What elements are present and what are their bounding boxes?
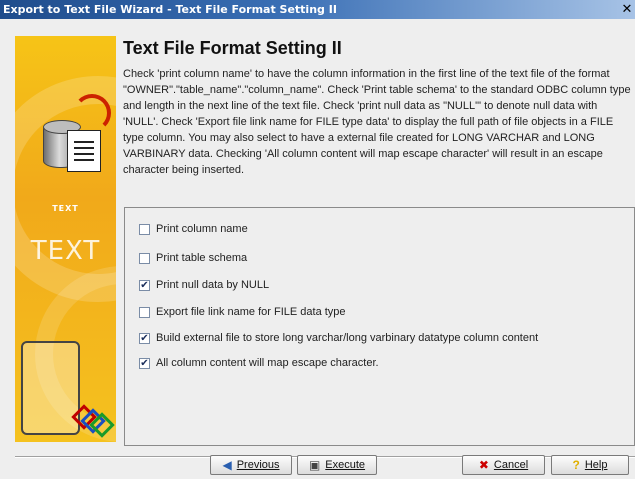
cancel-button[interactable]: ✖ Cancel <box>462 455 545 475</box>
page-title: Text File Format Setting II <box>123 38 342 58</box>
option-map-escape-character[interactable]: ✔ All column content will map escape cha… <box>139 355 379 371</box>
chain-link-icon <box>21 341 80 435</box>
page-description: Check 'print column name' to have the co… <box>123 68 631 176</box>
help-button[interactable]: ? Help <box>551 455 629 475</box>
left-arrow-icon: ◀ <box>222 458 232 472</box>
checkbox[interactable] <box>139 252 150 264</box>
help-label: Help <box>584 459 608 471</box>
wizard-sidebar-graphic: TEXT TEXT <box>15 36 116 442</box>
checkbox[interactable] <box>139 223 150 235</box>
checkbox-checked[interactable]: ✔ <box>139 279 150 291</box>
option-label: Print column name <box>156 223 248 235</box>
checkbox[interactable] <box>139 306 150 318</box>
help-question-icon: ? <box>572 458 580 472</box>
title-bar: Export to Text File Wizard - Text File F… <box>0 0 635 19</box>
option-label: Build external file to store long varcha… <box>156 332 539 344</box>
previous-label: Previous <box>236 459 280 471</box>
text-document-icon <box>67 130 101 172</box>
option-label: Print null data by NULL <box>156 279 270 291</box>
options-panel: Print column name Print table schema ✔ P… <box>124 207 635 446</box>
option-label: Export file link name for FILE data type <box>156 306 346 318</box>
cancel-x-icon: ✖ <box>478 458 489 472</box>
option-label: All column content will map escape chara… <box>156 357 379 369</box>
execute-icon: ▣ <box>308 458 321 472</box>
close-icon[interactable]: ✕ <box>619 2 635 17</box>
checkbox-checked[interactable]: ✔ <box>139 357 150 369</box>
sidebar-big-label: TEXT <box>30 236 101 266</box>
option-export-file-link[interactable]: Export file link name for FILE data type <box>139 304 346 320</box>
execute-label: Execute <box>325 459 366 471</box>
option-print-null-data[interactable]: ✔ Print null data by NULL <box>139 277 269 293</box>
option-label: Print table schema <box>156 252 248 264</box>
execute-button[interactable]: ▣ Execute <box>297 455 377 475</box>
option-print-column-name[interactable]: Print column name <box>139 221 248 237</box>
cancel-label: Cancel <box>493 459 529 471</box>
checkbox-checked[interactable]: ✔ <box>139 332 150 344</box>
sidebar-small-label: TEXT <box>52 204 79 213</box>
wizard-window: TEXT TEXT Text File Format Setting II Ch… <box>0 19 635 479</box>
previous-button[interactable]: ◀ Previous <box>210 455 292 475</box>
option-build-external-file[interactable]: ✔ Build external file to store long varc… <box>139 330 538 346</box>
window-title: Export to Text File Wizard - Text File F… <box>3 3 337 16</box>
option-print-table-schema[interactable]: Print table schema <box>139 250 247 266</box>
